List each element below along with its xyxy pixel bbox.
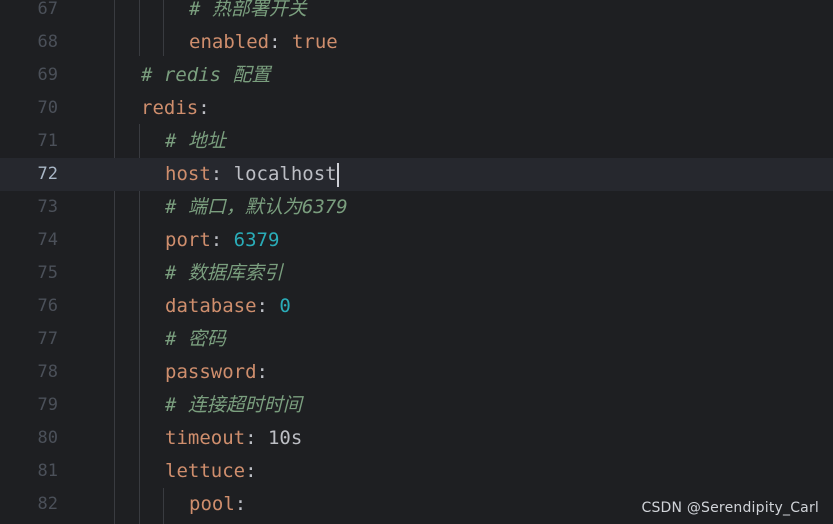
- line-number: 79: [37, 395, 58, 415]
- line-number: 80: [37, 428, 58, 448]
- code-text: enabled: true: [189, 26, 338, 59]
- yaml-key: enabled: [189, 31, 270, 53]
- code-line[interactable]: 78 password:: [0, 356, 833, 389]
- line-number: 77: [37, 329, 58, 349]
- code-line[interactable]: 74 port: 6379: [0, 224, 833, 257]
- code-text: # 连接超时时间: [165, 389, 302, 422]
- code-line[interactable]: 67 # 热部署开关: [0, 0, 833, 26]
- code-line[interactable]: 71 # 地址: [0, 125, 833, 158]
- yaml-value: 0: [279, 295, 291, 317]
- code-text: pool:: [189, 488, 246, 521]
- code-text: database: 0: [165, 290, 291, 323]
- line-number: 72: [37, 164, 58, 184]
- code-text: # 密码: [165, 323, 226, 356]
- line-number: 67: [37, 0, 58, 19]
- yaml-separator: :: [234, 493, 247, 515]
- code-line[interactable]: 76 database: 0: [0, 290, 833, 323]
- text-caret: [336, 162, 339, 187]
- yaml-key: database: [165, 295, 257, 317]
- code-line[interactable]: 77 # 密码: [0, 323, 833, 356]
- code-line[interactable]: 80 timeout: 10s: [0, 422, 833, 455]
- code-text: password:: [165, 356, 268, 389]
- line-number: 75: [37, 263, 58, 283]
- line-number: 74: [37, 230, 58, 250]
- code-text: timeout: 10s: [165, 422, 302, 455]
- code-text: port: 6379: [165, 224, 279, 257]
- yaml-separator: :: [256, 361, 268, 383]
- line-number: 70: [37, 98, 58, 118]
- comment-text: # 端口，默认为6379: [165, 196, 348, 218]
- yaml-value: true: [291, 31, 338, 53]
- code-text: # 热部署开关: [189, 0, 307, 26]
- yaml-separator: :: [245, 427, 268, 449]
- yaml-key: lettuce: [165, 460, 246, 482]
- yaml-key: pool: [189, 493, 235, 515]
- comment-text: # redis 配置: [141, 64, 271, 86]
- line-number: 73: [37, 197, 58, 217]
- comment-text: # 连接超时时间: [165, 394, 302, 416]
- yaml-separator: :: [198, 97, 210, 119]
- yaml-separator: :: [256, 295, 280, 317]
- yaml-separator: :: [269, 31, 292, 53]
- code-line[interactable]: 72 host: localhost: [0, 158, 833, 191]
- line-number: 82: [37, 494, 58, 514]
- yaml-key: port: [165, 229, 211, 251]
- code-text: # redis 配置: [141, 59, 271, 92]
- yaml-key: password: [165, 361, 257, 383]
- code-line[interactable]: 70 redis:: [0, 92, 833, 125]
- code-text: lettuce:: [165, 455, 257, 488]
- line-number: 71: [37, 131, 58, 151]
- code-line[interactable]: 73 # 端口，默认为6379: [0, 191, 833, 224]
- code-text: redis:: [141, 92, 210, 125]
- comment-text: # 数据库索引: [165, 262, 283, 284]
- line-number: 69: [37, 65, 58, 85]
- comment-text: # 地址: [165, 130, 226, 152]
- yaml-separator: :: [210, 229, 234, 251]
- yaml-value: localhost: [233, 163, 337, 185]
- watermark: CSDN @Serendipity_Carl: [641, 500, 819, 516]
- yaml-key: timeout: [165, 427, 246, 449]
- yaml-key: redis: [141, 97, 199, 119]
- comment-text: # 密码: [165, 328, 226, 350]
- yaml-value: 6379: [233, 229, 280, 251]
- comment-text: # 热部署开关: [189, 0, 307, 20]
- code-text: # 端口，默认为6379: [165, 191, 348, 224]
- code-line[interactable]: 75 # 数据库索引: [0, 257, 833, 290]
- line-number: 76: [37, 296, 58, 316]
- line-number: 78: [37, 362, 58, 382]
- line-number: 81: [37, 461, 58, 481]
- yaml-separator: :: [245, 460, 257, 482]
- code-line[interactable]: 69 # redis 配置: [0, 59, 833, 92]
- code-text: # 数据库索引: [165, 257, 283, 290]
- code-line[interactable]: 81 lettuce:: [0, 455, 833, 488]
- code-text: host: localhost: [165, 158, 339, 191]
- code-editor[interactable]: 67 # 热部署开关 68 enabled: true 69 # redis 配置 70 re…: [0, 0, 833, 524]
- line-number: 68: [37, 32, 58, 52]
- yaml-separator: :: [210, 163, 234, 185]
- code-text: # 地址: [165, 125, 226, 158]
- code-line[interactable]: 79 # 连接超时时间: [0, 389, 833, 422]
- yaml-value: 10s: [267, 427, 303, 449]
- code-line[interactable]: 68 enabled: true: [0, 26, 833, 59]
- yaml-key: host: [165, 163, 211, 185]
